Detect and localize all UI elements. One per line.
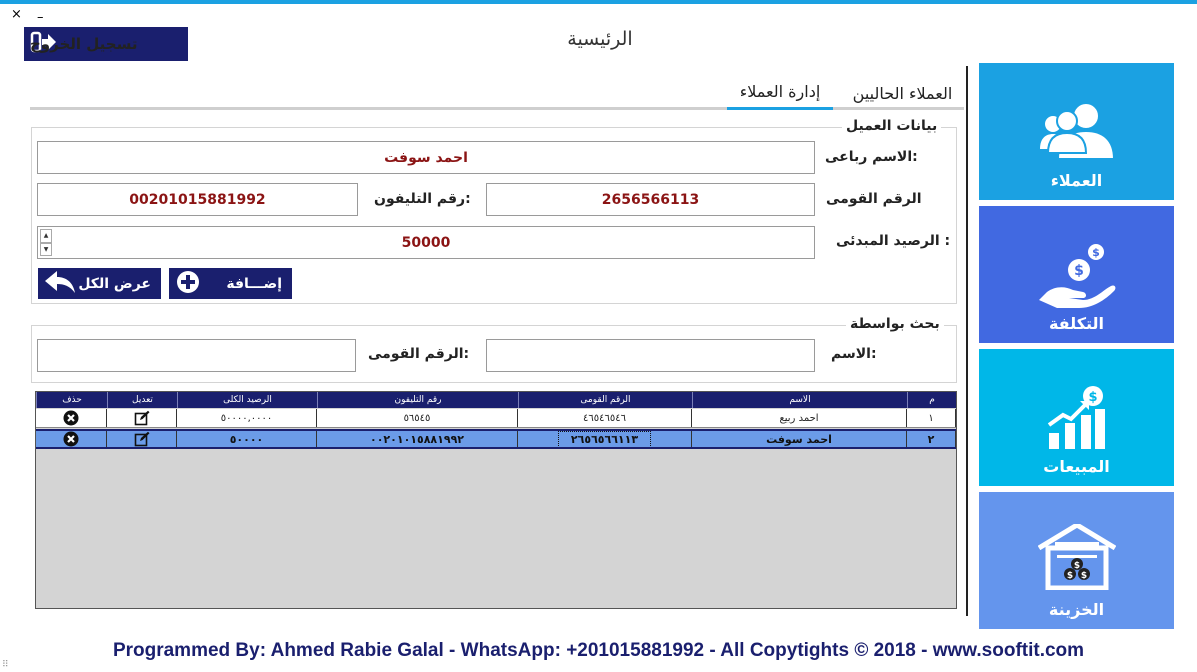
col-header-delete[interactable]: حذف [36, 392, 107, 408]
clients-table: م الاسم الرقم القومى رقم التليفون الرصيد… [35, 391, 957, 609]
cell-balance: ٥٠٠٠٠ [177, 431, 317, 447]
search-name-field[interactable] [486, 339, 815, 372]
opening-balance-stepper[interactable]: ▲ ▼ 50000 [37, 226, 815, 259]
cell-name: احمد ربيع [692, 409, 907, 427]
plus-circle-icon [176, 270, 200, 298]
svg-text:$: $ [1088, 390, 1097, 405]
opening-balance-label: الرصيد المبدئى : [836, 233, 951, 249]
sidebar-treasury-label: الخزينة [1048, 600, 1105, 619]
treasury-icon: $ $ $ [1037, 524, 1116, 590]
tab-client-management[interactable]: إدارة العملاء [727, 76, 833, 110]
svg-text:$: $ [1074, 263, 1084, 279]
money-hand-icon: $ $ [1038, 244, 1115, 308]
minimize-window-button[interactable]: – [37, 11, 44, 24]
balance-spinner: ▲ ▼ [40, 229, 52, 256]
resize-grip-icon[interactable]: ⠿ [2, 660, 9, 670]
cell-national-id: ٢٦٥٦٥٦٦١١٣ [557, 431, 652, 447]
tab-strip: العملاء الحاليين إدارة العملاء [30, 74, 964, 110]
close-window-button[interactable]: × [11, 8, 22, 21]
page-title: الرئيسية [567, 28, 633, 50]
show-all-label: عرض الكل [78, 275, 151, 292]
delete-icon[interactable] [63, 410, 79, 426]
logout-label: تسجيل الخروج [30, 35, 138, 53]
add-client-label: إضـــافة [226, 275, 282, 292]
sidebar-clients-label: العملاء [1050, 171, 1103, 190]
search-name-label: الاسم: [831, 346, 877, 362]
cell-national-id: ٤٦٥٤٦٥٤٦ [518, 409, 692, 427]
col-header-phone[interactable]: رقم التليفون [317, 392, 518, 408]
sidebar-cost-label: التكلفة [1048, 314, 1105, 333]
cell-index: ٢ [907, 431, 956, 447]
national-id-field[interactable]: 2656566113 [486, 183, 815, 216]
tab-current-clients[interactable]: العملاء الحاليين [845, 76, 960, 110]
cell-phone: ٠٠٢٠١٠١٥٨٨١٩٩٢ [317, 431, 518, 447]
cell-phone: ٥٦٥٤٥ [317, 409, 518, 427]
opening-balance-value: 50000 [401, 234, 451, 251]
col-header-index[interactable]: م [907, 392, 956, 408]
sales-chart-icon: $ [1047, 386, 1105, 449]
full-name-label: الاسم رباعى: [825, 149, 918, 165]
cell-name: احمد سوفت [692, 431, 907, 447]
sidebar-item-clients[interactable]: العملاء [979, 63, 1174, 200]
phone-label: رقم التليفون: [374, 191, 471, 207]
col-header-name[interactable]: الاسم [692, 392, 907, 408]
spin-down-button[interactable]: ▼ [40, 242, 52, 256]
svg-text:$: $ [1080, 571, 1086, 581]
cell-balance: ٥٠٠٠٠,٠٠٠٠ [177, 409, 317, 427]
delete-icon[interactable] [63, 431, 79, 447]
svg-text:$: $ [1092, 246, 1100, 259]
edit-icon[interactable] [134, 410, 150, 426]
client-data-group-title: بيانات العميل [842, 118, 942, 134]
search-national-id-field[interactable] [37, 339, 356, 372]
sidebar-item-cost[interactable]: $ $ التكلفة [979, 206, 1174, 343]
table-row-selected[interactable]: ٢ احمد سوفت ٢٦٥٦٥٦٦١١٣ ٠٠٢٠١٠١٥٨٨١٩٩٢ ٥٠… [36, 429, 956, 449]
full-name-field[interactable]: احمد سوفت [37, 141, 815, 174]
svg-text:$: $ [1066, 571, 1072, 581]
table-row[interactable]: ١ احمد ربيع ٤٦٥٤٦٥٤٦ ٥٦٥٤٥ ٥٠٠٠٠,٠٠٠٠ [36, 409, 956, 428]
national-id-label: الرقم القومى [826, 191, 922, 207]
sidebar-divider [966, 66, 968, 616]
edit-icon[interactable] [134, 431, 150, 447]
search-group-title: بحث بواسطة [846, 316, 944, 332]
sidebar-sales-label: المبيعات [1043, 457, 1110, 476]
svg-text:$: $ [1073, 561, 1079, 571]
show-all-button[interactable]: عرض الكل [38, 268, 161, 299]
search-national-id-label: الرقم القومى: [368, 346, 470, 362]
window-top-accent-bar [0, 0, 1197, 4]
sidebar-item-sales[interactable]: $ المبيعات [979, 349, 1174, 486]
add-client-button[interactable]: إضـــافة [169, 268, 292, 299]
col-header-balance[interactable]: الرصيد الكلى [177, 392, 317, 408]
col-header-national-id[interactable]: الرقم القومى [518, 392, 692, 408]
footer-credits: Programmed By: Ahmed Rabie Galal - Whats… [112, 640, 1085, 661]
cell-index: ١ [907, 409, 956, 427]
table-header: م الاسم الرقم القومى رقم التليفون الرصيد… [36, 392, 956, 408]
sidebar-item-treasury[interactable]: $ $ $ الخزينة [979, 492, 1174, 629]
phone-field[interactable]: 00201015881992 [37, 183, 358, 216]
logout-button[interactable]: تسجيل الخروج [24, 27, 188, 61]
users-icon [1039, 102, 1114, 159]
spin-up-button[interactable]: ▲ [40, 229, 52, 243]
back-arrow-icon [42, 269, 76, 299]
col-header-edit[interactable]: تعديل [107, 392, 177, 408]
